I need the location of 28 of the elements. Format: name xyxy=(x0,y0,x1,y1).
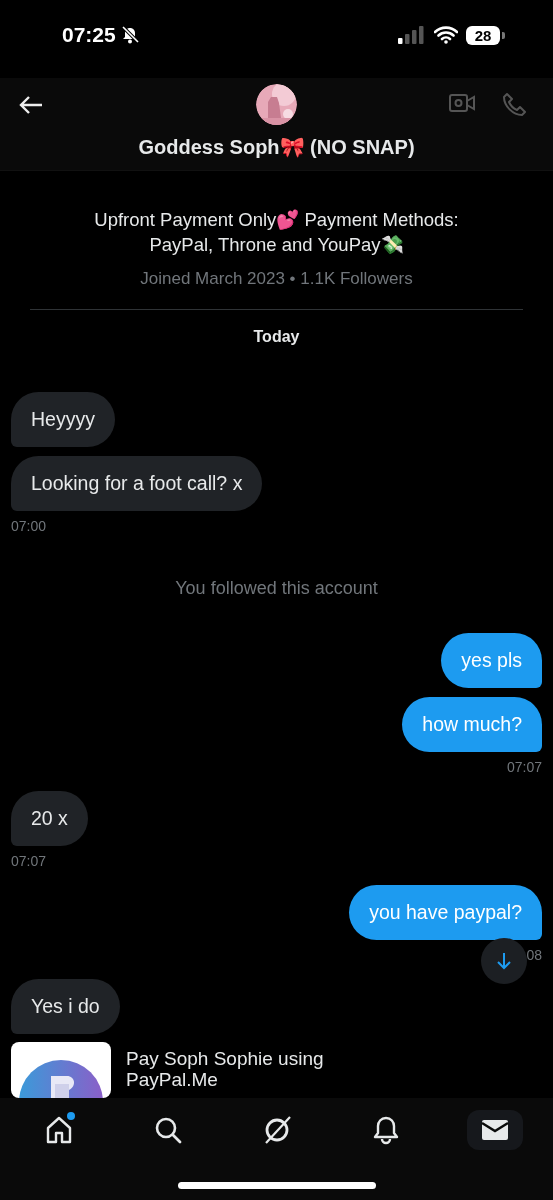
scroll-down-button[interactable] xyxy=(481,938,527,984)
signal-icon xyxy=(398,26,426,44)
message-bubble: Yes i do xyxy=(11,979,120,1034)
message-bubble: how much? xyxy=(402,697,542,752)
message-bubble: you have paypal? xyxy=(349,885,542,940)
clock-time: 07:25 xyxy=(62,23,116,47)
back-arrow-icon[interactable] xyxy=(18,94,44,116)
contact-name: Goddess Soph🎀 (NO SNAP) xyxy=(137,135,416,159)
bell-slash-icon xyxy=(119,25,140,45)
phone-icon[interactable] xyxy=(501,92,527,118)
link-title[interactable]: Pay Soph Sophie using PayPal.Me xyxy=(126,1048,366,1090)
message-time: 08 xyxy=(526,947,542,963)
battery-level: 28 xyxy=(466,25,500,45)
envelope-tab[interactable] xyxy=(466,1110,523,1150)
profile-bio: Upfront Payment Only💕 Payment Methods: PayPal, Throne and YouPay💸 xyxy=(93,208,460,257)
system-notice: You followed this account xyxy=(174,578,379,599)
message-bubble: Looking for a foot call? x xyxy=(11,456,263,511)
message-time: 07:07 xyxy=(506,759,542,775)
down-arrow-icon xyxy=(496,952,512,970)
message-time: 07:00 xyxy=(11,518,47,534)
profile-meta: Joined March 2023 • 1.1K Followers xyxy=(139,269,414,289)
message-bubble: Heyyyy xyxy=(11,392,115,447)
video-camera-icon[interactable] xyxy=(449,92,475,114)
date-divider: Today xyxy=(252,328,301,346)
message-bubble: 20 x xyxy=(11,791,88,846)
message-time: 07:07 xyxy=(11,853,47,869)
message-bubble: yes pls xyxy=(441,633,542,688)
wifi-icon xyxy=(434,26,458,44)
